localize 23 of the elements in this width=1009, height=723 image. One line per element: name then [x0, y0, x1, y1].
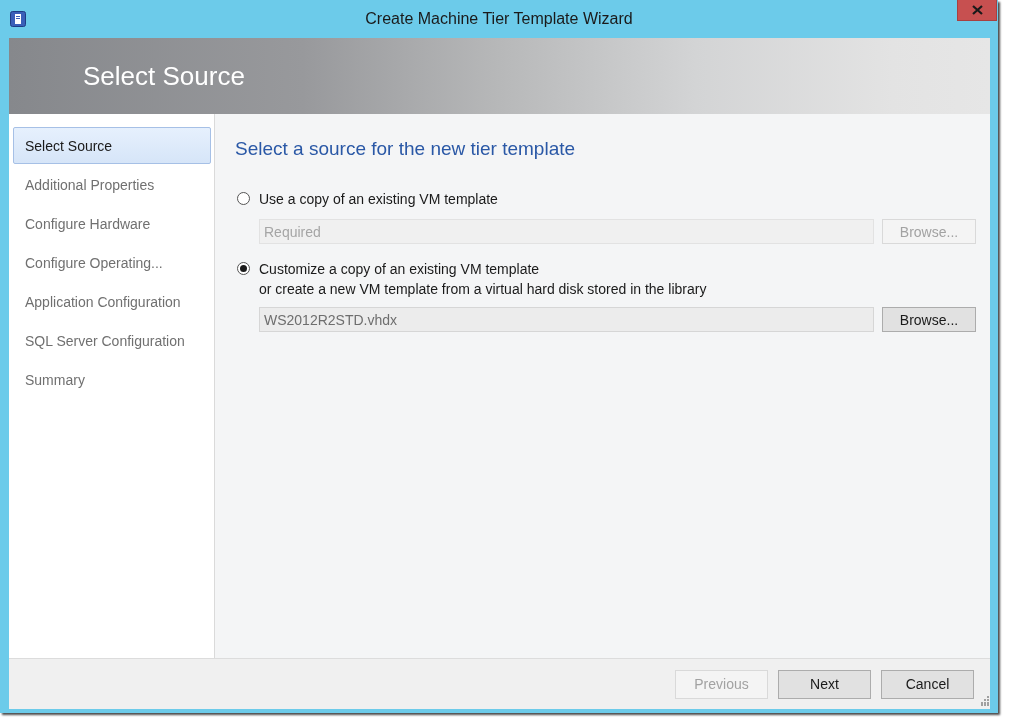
wizard-step[interactable]: Application Configuration [13, 283, 211, 320]
browse-button[interactable]: Browse... [882, 307, 976, 332]
option-description: or create a new VM template from a virtual hard disk stored in the library [259, 280, 707, 299]
option-label: Customize a copy of an existing VM template [259, 260, 541, 279]
window-title: Create Machine Tier Template Wizard [365, 10, 633, 28]
wizard-step[interactable]: Additional Properties [13, 166, 211, 203]
wizard-step[interactable]: Configure Operating... [13, 244, 211, 281]
page-heading: Select a source for the new tier template [235, 138, 577, 160]
wizard-step[interactable]: Configure Hardware [13, 205, 211, 242]
resize-grip-icon [979, 696, 989, 706]
wizard-nav-button[interactable]: Cancel [881, 669, 974, 699]
close-icon [971, 5, 983, 15]
radio-button[interactable] [237, 192, 250, 205]
window-icon [10, 11, 26, 27]
wizard-step[interactable]: Summary [13, 361, 211, 398]
wizard-step[interactable]: Select Source [13, 127, 211, 164]
wizard-step[interactable]: SQL Server Configuration [13, 322, 211, 359]
page-header-title: Select Source [83, 60, 245, 92]
close-button[interactable] [957, 0, 997, 21]
option-label: Use a copy of an existing VM template [259, 190, 498, 209]
wizard-nav-button[interactable]: Next [778, 669, 871, 699]
template-path-field[interactable]: WS2012R2STD.vhdx [259, 307, 874, 332]
radio-button[interactable] [237, 262, 250, 275]
